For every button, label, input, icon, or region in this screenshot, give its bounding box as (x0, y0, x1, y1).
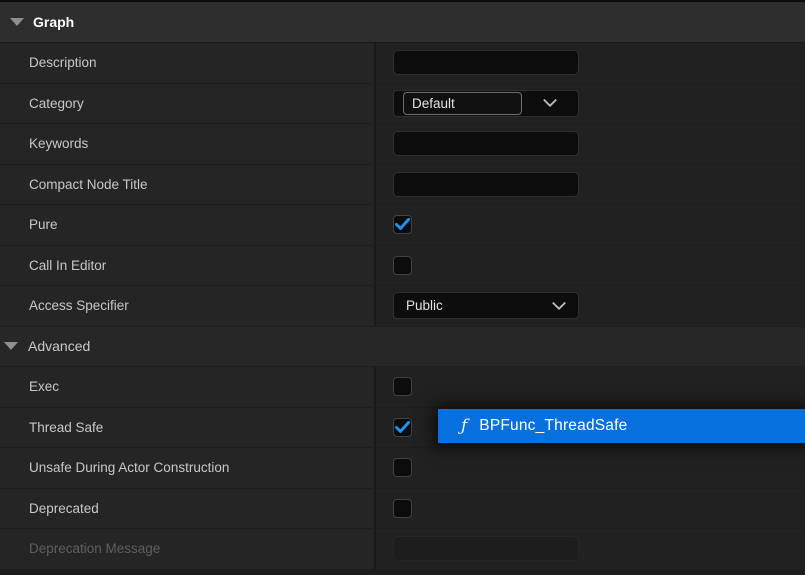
unsafe-during-actor-construction-checkbox[interactable] (393, 458, 412, 477)
row-label: Category (0, 84, 376, 124)
value-cell: Public (376, 286, 805, 326)
row-deprecated: Deprecated (0, 489, 805, 530)
value-cell (376, 529, 805, 569)
panel-bottom-edge (0, 570, 805, 575)
category-combo-text-input[interactable]: Default (403, 92, 522, 115)
section-title: Advanced (28, 338, 90, 354)
call-in-editor-checkbox[interactable] (393, 256, 412, 275)
row-access-specifier: Access Specifier Public (0, 286, 805, 327)
value-cell (376, 124, 805, 164)
check-icon (395, 218, 410, 231)
expand-arrow-icon[interactable] (4, 342, 18, 350)
row-description: Description (0, 43, 805, 84)
value-cell (376, 165, 805, 205)
value-cell (376, 367, 805, 407)
row-category: Category Default (0, 84, 805, 125)
row-label: Keywords (0, 124, 376, 164)
pure-checkbox[interactable] (393, 215, 412, 234)
row-exec: Exec (0, 367, 805, 408)
section-header-graph[interactable]: Graph (0, 2, 805, 43)
description-input[interactable] (393, 50, 579, 75)
row-label: Pure (0, 205, 376, 245)
row-label: Exec (0, 367, 376, 407)
row-label: Compact Node Title (0, 165, 376, 205)
deprecated-checkbox[interactable] (393, 499, 412, 518)
row-label: Deprecated (0, 489, 376, 529)
value-cell (376, 489, 805, 529)
row-label: Thread Safe (0, 408, 376, 448)
row-label: Access Specifier (0, 286, 376, 326)
value-cell (376, 448, 805, 488)
row-unsafe-during-actor-construction: Unsafe During Actor Construction (0, 448, 805, 489)
value-cell (376, 246, 805, 286)
compact-node-title-input[interactable] (393, 172, 579, 197)
function-icon: ƒ (461, 418, 467, 435)
expand-arrow-icon[interactable] (10, 18, 24, 26)
section-header-advanced[interactable]: Advanced (0, 327, 805, 368)
row-keywords: Keywords (0, 124, 805, 165)
drag-preview-label: BPFunc_ThreadSafe (479, 417, 627, 435)
thread-safe-checkbox[interactable] (393, 418, 412, 437)
row-label: Description (0, 43, 376, 83)
value-cell: Default (376, 84, 805, 124)
row-pure: Pure (0, 205, 805, 246)
check-icon (395, 421, 410, 434)
row-label: Unsafe During Actor Construction (0, 448, 376, 488)
chevron-down-icon (552, 296, 566, 310)
drag-preview-bpfunc-threadsafe[interactable]: ƒ BPFunc_ThreadSafe (438, 409, 805, 443)
exec-checkbox[interactable] (393, 377, 412, 396)
row-call-in-editor: Call In Editor (0, 246, 805, 287)
row-label: Deprecation Message (0, 529, 376, 569)
row-label: Call In Editor (0, 246, 376, 286)
keywords-input[interactable] (393, 131, 579, 156)
dropdown-value: Public (406, 298, 443, 313)
row-deprecation-message: Deprecation Message (0, 529, 805, 570)
details-panel: Graph Description Category Default Keywo… (0, 0, 805, 575)
value-cell (376, 205, 805, 245)
section-title: Graph (33, 14, 74, 30)
value-cell (376, 43, 805, 83)
row-compact-node-title: Compact Node Title (0, 165, 805, 206)
category-combo-dropdown-button[interactable] (522, 98, 578, 108)
deprecation-message-input (393, 536, 579, 561)
category-combo[interactable]: Default (393, 90, 579, 117)
access-specifier-dropdown[interactable]: Public (393, 292, 579, 319)
chevron-down-icon (543, 93, 557, 107)
